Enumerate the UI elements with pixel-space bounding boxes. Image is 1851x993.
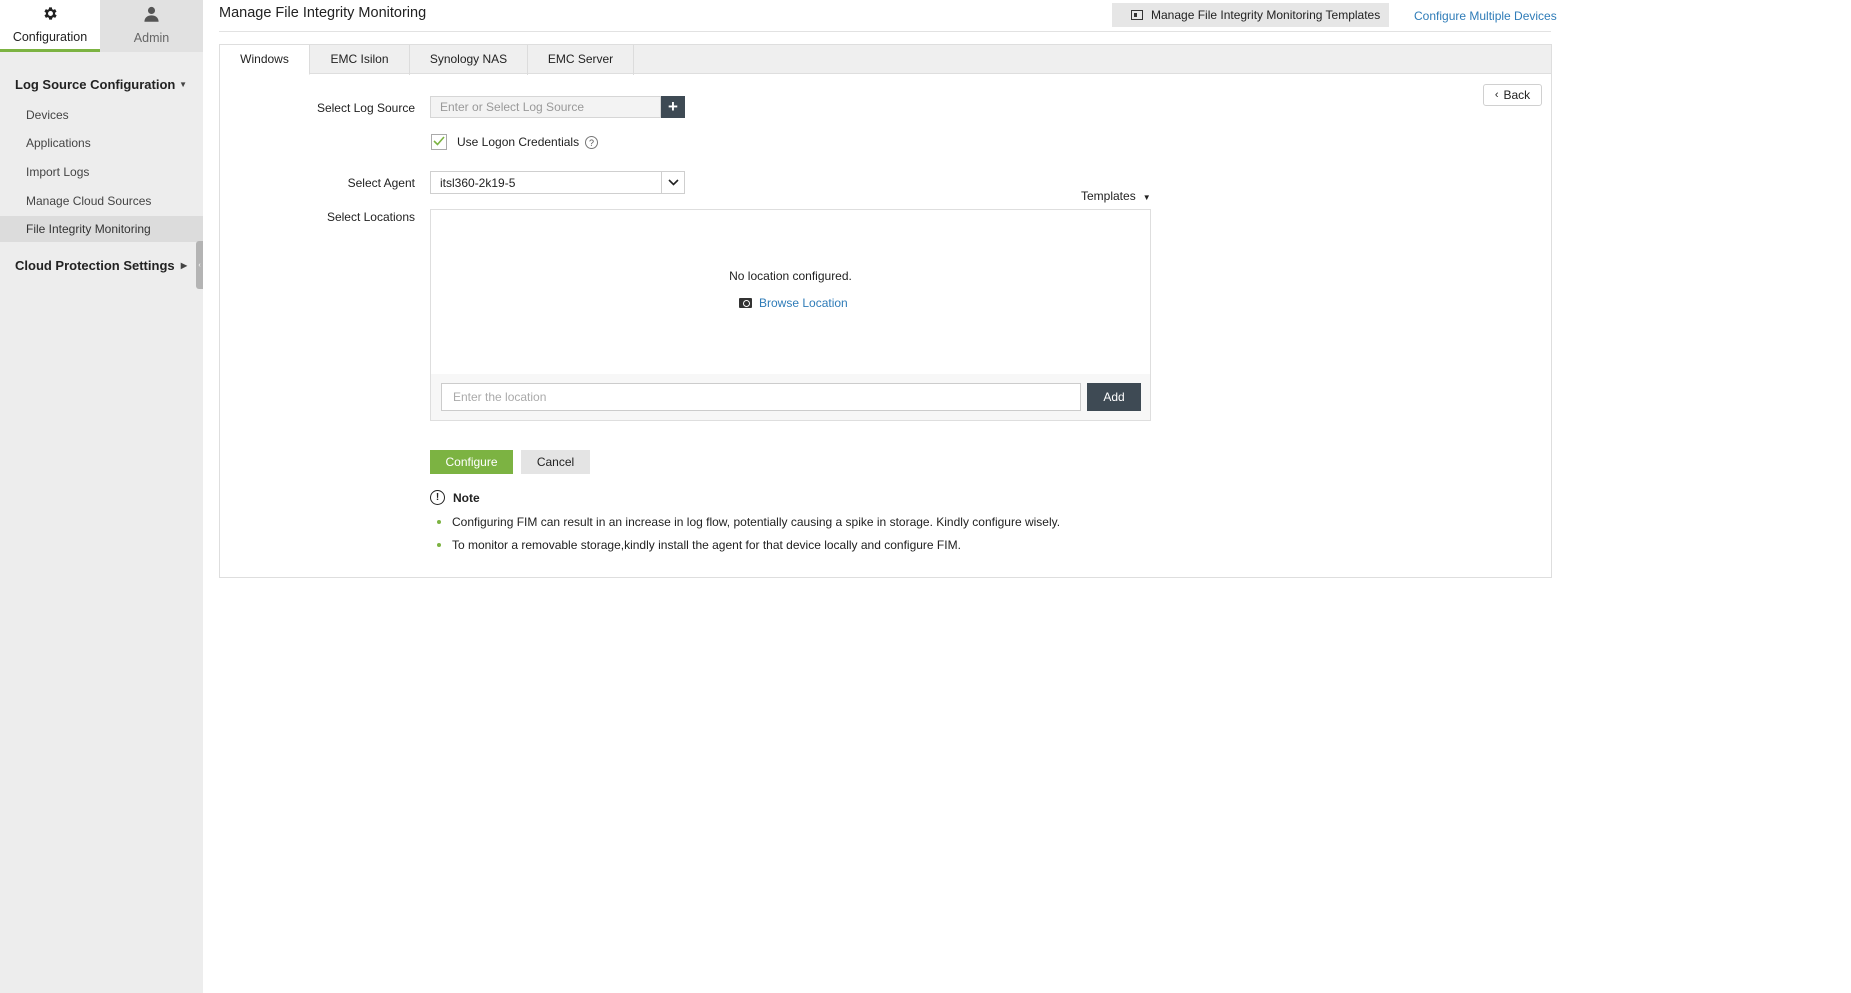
section-title: Log Source Configuration	[15, 77, 176, 92]
tab-synology-nas[interactable]: Synology NAS	[410, 45, 528, 75]
log-source-input[interactable]: Enter or Select Log Source	[430, 96, 661, 118]
no-location-message: No location configured.	[729, 269, 852, 283]
bullet-icon	[437, 543, 441, 547]
use-logon-credentials-checkbox[interactable]	[431, 134, 447, 150]
section-title: Cloud Protection Settings	[15, 258, 175, 273]
browse-location-label: Browse Location	[759, 296, 848, 310]
sidebar: Configuration Admin Log Source Configura…	[0, 0, 203, 993]
exclamation-icon: !	[430, 490, 445, 505]
note-title: Note	[453, 491, 480, 505]
tab-admin[interactable]: Admin	[100, 0, 203, 52]
tab-emc-server[interactable]: EMC Server	[528, 45, 634, 75]
agent-label: Select Agent	[347, 176, 415, 190]
caret-down-icon: ▼	[1142, 192, 1151, 202]
chevron-left-icon: ‹	[1494, 89, 1499, 101]
add-location-button[interactable]: Add	[1087, 383, 1141, 411]
device-type-tabs: Windows EMC Isilon Synology NAS EMC Serv…	[220, 45, 1551, 75]
tab-configuration-label: Configuration	[12, 30, 88, 44]
sidebar-item-file-integrity-monitoring[interactable]: File Integrity Monitoring	[0, 216, 203, 242]
log-source-label: Select Log Source	[316, 101, 415, 115]
tab-configuration[interactable]: Configuration	[0, 0, 100, 52]
locations-label: Select Locations	[326, 210, 415, 224]
sidebar-item-import-logs[interactable]: Import Logs	[0, 159, 203, 185]
page-title: Manage File Integrity Monitoring	[219, 5, 427, 21]
agent-select[interactable]: itsl360-2k19-5	[430, 171, 685, 194]
note-item: Configuring FIM can result in an increas…	[437, 515, 1060, 529]
cancel-button[interactable]: Cancel	[521, 450, 590, 474]
sidebar-tabs: Configuration Admin	[0, 0, 203, 52]
header-divider	[219, 31, 1551, 32]
back-label: Back	[1503, 88, 1531, 102]
sidebar-item-devices[interactable]: Devices	[0, 102, 203, 128]
sidebar-item-manage-cloud-sources[interactable]: Manage Cloud Sources	[0, 188, 203, 214]
note-item: To monitor a removable storage,kindly in…	[437, 538, 961, 552]
template-icon	[1131, 10, 1143, 20]
manage-templates-button[interactable]: Manage File Integrity Monitoring Templat…	[1112, 3, 1389, 27]
note-text: To monitor a removable storage,kindly in…	[452, 538, 961, 552]
section-log-source-configuration[interactable]: Log Source Configuration ▼	[15, 77, 190, 92]
configure-multiple-devices-link[interactable]: Configure Multiple Devices	[1414, 9, 1557, 23]
configure-button[interactable]: Configure	[430, 450, 513, 474]
checkmark-icon	[433, 135, 445, 149]
tab-admin-label: Admin	[133, 31, 170, 45]
locations-box: No location configured. Browse Location …	[430, 209, 1151, 421]
back-button[interactable]: ‹ Back	[1483, 84, 1542, 106]
note-text: Configuring FIM can result in an increas…	[452, 515, 1061, 529]
templates-label: Templates	[1081, 189, 1136, 203]
sidebar-collapse-handle[interactable]: ‹	[196, 241, 203, 289]
manage-templates-label: Manage File Integrity Monitoring Templat…	[1151, 8, 1381, 22]
caret-down-icon: ▼	[179, 80, 187, 89]
use-logon-credentials-label: Use Logon Credentials	[457, 135, 580, 149]
add-log-source-button[interactable]: +	[661, 96, 685, 118]
caret-right-icon: ▶	[180, 261, 187, 270]
sidebar-item-applications[interactable]: Applications	[0, 130, 203, 156]
bullet-icon	[437, 520, 441, 524]
chevron-down-icon	[661, 172, 684, 193]
tab-emc-isilon[interactable]: EMC Isilon	[310, 45, 410, 75]
plus-icon: +	[668, 97, 678, 116]
browse-location-link[interactable]: Browse Location	[739, 296, 848, 310]
agent-value: itsl360-2k19-5	[440, 176, 516, 190]
help-icon[interactable]: ?	[585, 136, 598, 149]
location-input-row: Enter the location Add	[431, 374, 1150, 420]
folder-search-icon	[739, 298, 752, 308]
location-input[interactable]: Enter the location	[441, 383, 1081, 411]
tab-windows[interactable]: Windows	[220, 45, 310, 75]
user-icon	[143, 5, 160, 26]
section-cloud-protection-settings[interactable]: Cloud Protection Settings ▶	[15, 258, 190, 273]
gear-icon	[42, 5, 59, 25]
main-panel: Windows EMC Isilon Synology NAS EMC Serv…	[219, 44, 1552, 578]
templates-dropdown[interactable]: Templates ▼	[1081, 189, 1151, 203]
